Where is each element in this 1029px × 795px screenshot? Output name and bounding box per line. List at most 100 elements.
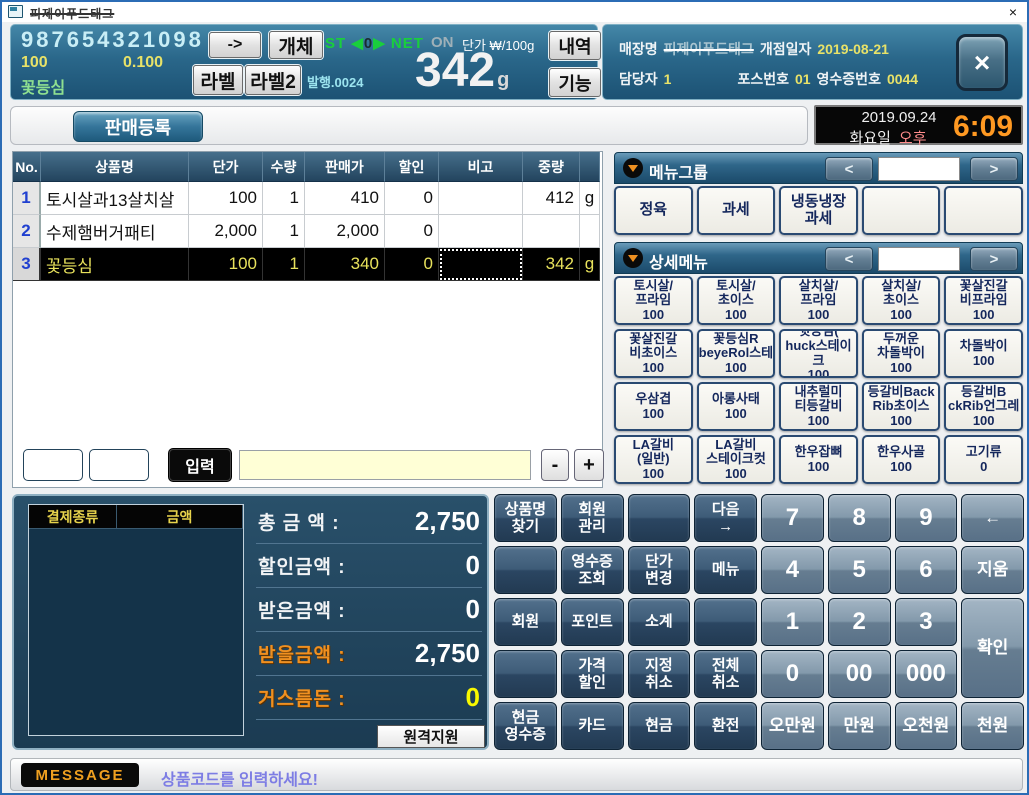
function-key-다음-→[interactable]: 다음 → [694,494,757,542]
function-key-카드[interactable]: 카드 [561,702,624,750]
detail-menu-button-11[interactable]: 아롱사태 100 [697,382,776,431]
numpad-key-오천원[interactable]: 오천원 [895,702,958,750]
numpad-key-1[interactable]: 1 [761,598,824,646]
function-key-blank-3-0[interactable] [494,650,557,698]
table-row[interactable]: 1토시살과13살치살10014100412g [13,182,602,215]
close-button[interactable]: × [956,34,1008,91]
function-key-환전[interactable]: 환전 [694,702,757,750]
menu-group-next-button[interactable]: > [970,157,1018,181]
history-button[interactable]: 내역 [549,31,601,60]
numpad-key-지움[interactable]: 지움 [961,546,1024,594]
scroll-down-button[interactable]: ▼ [89,449,149,481]
entity-button[interactable]: 개체 [269,31,323,59]
numpad-key-9[interactable]: 9 [895,494,958,542]
tab-sales-register[interactable]: 판매등록 [73,111,203,142]
function-key-단가-변경[interactable]: 단가 변경 [628,546,691,594]
function-key-소계[interactable]: 소계 [628,598,691,646]
detail-menu-button-7[interactable]: 윗등심( huck스테이크 100 [779,329,858,378]
label2-button[interactable]: 라벨2 [245,65,301,95]
table-row[interactable]: 3꽃등심10013400342g [13,248,602,281]
detail-menu-button-9[interactable]: 차돌박이 100 [944,329,1023,378]
numpad-key-천원[interactable]: 천원 [961,702,1024,750]
menu-group-button-0[interactable]: 정육 [614,186,693,235]
row-number: 1 [13,182,41,215]
menu-group-button-3[interactable] [862,186,941,235]
scale-status-indicator: ST ◀0▶ NET [325,34,424,52]
detail-menu-button-13[interactable]: 등갈비Back Rib초이스 100 [862,382,941,431]
function-key-현금-영수증[interactable]: 현금 영수증 [494,702,557,750]
function-key-가격-할인[interactable]: 가격 할인 [561,650,624,698]
detail-menu-button-14[interactable]: 등갈비B ckRib언그레 100 [944,382,1023,431]
function-button[interactable]: 기능 [549,68,601,97]
minus-button[interactable]: - [541,449,569,481]
total-value: 0 [466,550,480,581]
numpad-key-00[interactable]: 00 [828,650,891,698]
function-key-현금[interactable]: 현금 [628,702,691,750]
total-row: 받을금액 :2,750 [256,632,482,676]
numpad-key-000[interactable]: 000 [895,650,958,698]
function-key-blank-0-2[interactable] [628,494,691,542]
detail-menu-button-12[interactable]: 내추럴미 티등갈비 100 [779,382,858,431]
menu-group-prev-button[interactable]: < [825,157,873,181]
detail-menu-button-15[interactable]: LA갈비 (일반) 100 [614,435,693,484]
detail-menu-button-8[interactable]: 두꺼운 차돌박이 100 [862,329,941,378]
total-label: 받을금액 : [258,640,346,667]
function-key-회원-관리[interactable]: 회원 관리 [561,494,624,542]
detail-menu-button-18[interactable]: 한우사골 100 [862,435,941,484]
code-input[interactable] [239,450,531,480]
numpad-key-0[interactable]: 0 [761,650,824,698]
function-key-blank-2-3[interactable] [694,598,757,646]
cell-product-name: 수제햄버거패티 [41,215,189,248]
function-key-상품명-찾기[interactable]: 상품명 찾기 [494,494,557,542]
numpad-key-4[interactable]: 4 [761,546,824,594]
time-value: 6:09 [953,110,1013,144]
numpad-key-오만원[interactable]: 오만원 [761,702,824,750]
numpad-key-6[interactable]: 6 [895,546,958,594]
numpad-key-7[interactable]: 7 [761,494,824,542]
function-key-회원[interactable]: 회원 [494,598,557,646]
scroll-up-button[interactable]: ▲ [23,449,83,481]
section-collapse-icon[interactable] [623,158,643,178]
detail-menu-button-17[interactable]: 한우잡뼈 100 [779,435,858,484]
remote-support-button[interactable]: 원격지원 [377,725,485,748]
menu-group-button-4[interactable] [944,186,1023,235]
detail-menu-button-1[interactable]: 토시살/ 초이스 100 [697,276,776,325]
detail-menu-button-3[interactable]: 살치살/ 초이스 100 [862,276,941,325]
function-key-전체-취소[interactable]: 전체 취소 [694,650,757,698]
label-button[interactable]: 라벨 [193,65,243,95]
total-label: 총 금 액 : [258,508,340,535]
detail-menu-next-button[interactable]: > [970,247,1018,271]
section-collapse-icon[interactable] [623,248,643,268]
detail-menu-button-16[interactable]: LA갈비 스테이크컷 100 [697,435,776,484]
detail-menu-button-4[interactable]: 꽃살진갈 비프라임 100 [944,276,1023,325]
cell-quantity: 1 [263,182,305,215]
function-key-메뉴[interactable]: 메뉴 [694,546,757,594]
numpad-key-5[interactable]: 5 [828,546,891,594]
cell-sale-price: 2,000 [305,215,385,248]
numpad-key-8[interactable]: 8 [828,494,891,542]
numpad-key-3[interactable]: 3 [895,598,958,646]
detail-menu-prev-button[interactable]: < [825,247,873,271]
numpad-key-←[interactable]: ← [961,494,1024,542]
function-key-포인트[interactable]: 포인트 [561,598,624,646]
input-button[interactable]: 입력 [169,449,231,481]
numpad-key-만원[interactable]: 만원 [828,702,891,750]
function-key-영수증-조회[interactable]: 영수증 조회 [561,546,624,594]
detail-menu-button-6[interactable]: 꽃등심R beyeRol스테 100 [697,329,776,378]
detail-menu-button-2[interactable]: 살치살/ 프라임 100 [779,276,858,325]
table-row[interactable]: 2수제햄버거패티2,00012,0000 [13,215,602,248]
detail-menu-button-19[interactable]: 고기류 0 [944,435,1023,484]
menu-group-button-2[interactable]: 냉동냉장 과세 [779,186,858,235]
function-key-지정-취소[interactable]: 지정 취소 [628,650,691,698]
numpad-key-2[interactable]: 2 [828,598,891,646]
product-name-display: 꽃등심 [21,74,65,98]
numpad-key-확인[interactable]: 확인 [961,598,1024,698]
window-close-icon[interactable]: × [1009,4,1017,20]
menu-group-button-1[interactable]: 과세 [697,186,776,235]
detail-menu-button-5[interactable]: 꽃살진갈 비초이스 100 [614,329,693,378]
plus-button[interactable]: + [574,449,604,481]
detail-menu-button-10[interactable]: 우삼겹 100 [614,382,693,431]
function-key-blank-1-0[interactable] [494,546,557,594]
arrow-button[interactable]: -> [209,32,261,58]
detail-menu-button-0[interactable]: 토시살/ 프라임 100 [614,276,693,325]
